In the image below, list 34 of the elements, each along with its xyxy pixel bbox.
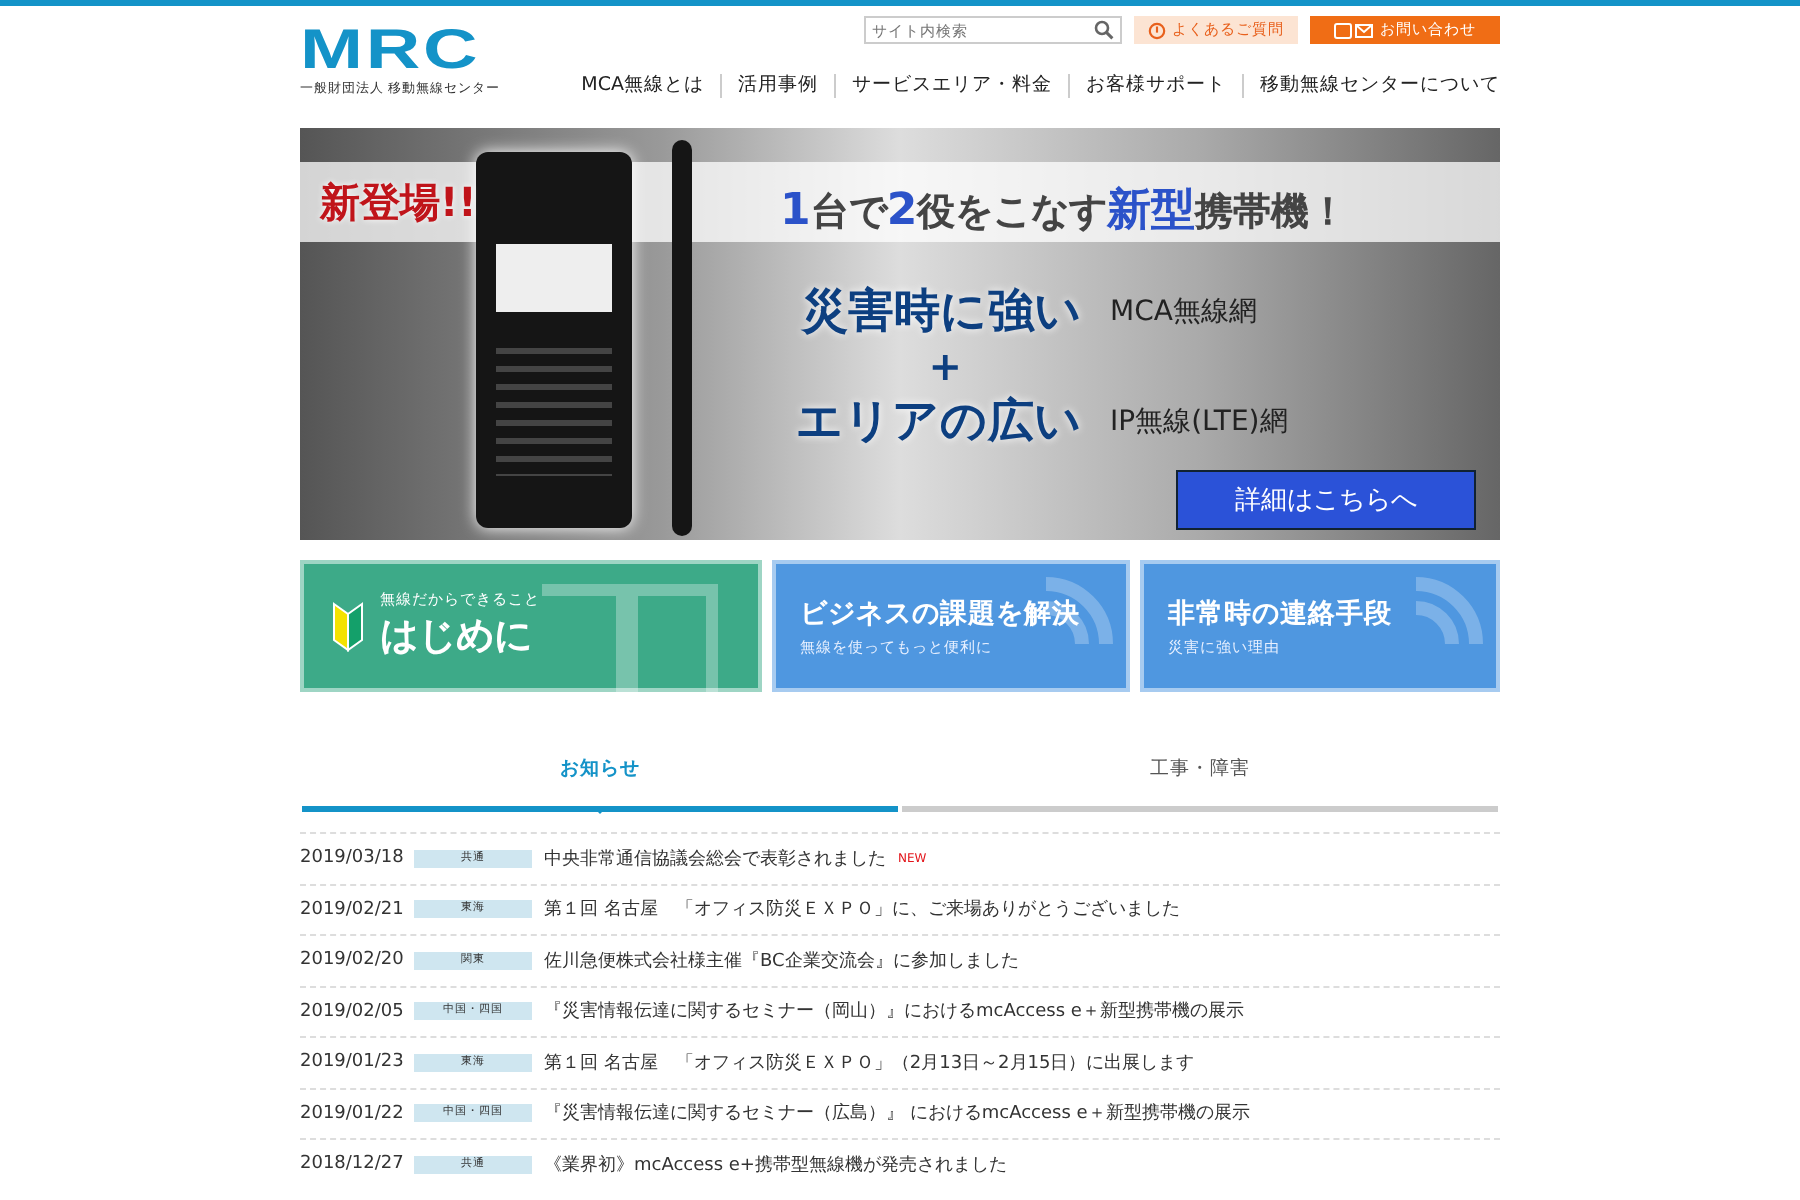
- plus-sign: +: [926, 346, 964, 386]
- phone-mail-icon: [1334, 21, 1374, 39]
- banner-headline: 1台で2役をこなす新型携帯機！: [780, 184, 1348, 240]
- banner-tagline: 新登場!!: [320, 176, 477, 230]
- news-date: 2018/12/27: [300, 1154, 406, 1175]
- news-date: 2019/01/22: [300, 1103, 406, 1124]
- nav-link[interactable]: サービスエリア・料金: [836, 72, 1068, 98]
- card-title: はじめに: [380, 612, 534, 662]
- nav-link[interactable]: 活用事例: [722, 72, 834, 98]
- nav-link[interactable]: MCA無線とは: [565, 72, 720, 98]
- beginner-mark-icon: [332, 600, 364, 652]
- search-icon[interactable]: [1094, 20, 1114, 40]
- news-link[interactable]: 『災害情報伝達に関するセミナー（広島）』 におけるmcAccess e＋新型携帯機の展示: [544, 1100, 1250, 1127]
- news-date: 2019/02/20: [300, 950, 406, 971]
- nav-link[interactable]: 移動無線センターについて: [1244, 72, 1500, 98]
- news-date: 2019/02/21: [300, 899, 406, 920]
- card-title: ビジネスの課題を解決: [800, 595, 1080, 631]
- news-date: 2019/03/18: [300, 848, 406, 869]
- card-title: 非常時の連絡手段: [1168, 595, 1392, 631]
- news-link[interactable]: 中央非常通信協議会総会で表彰されました: [544, 845, 886, 872]
- news-date: 2019/02/05: [300, 1001, 406, 1022]
- banner-network: IP無線(LTE)網: [1110, 403, 1288, 439]
- news-tab[interactable]: 工事・障害: [902, 748, 1498, 812]
- news-link[interactable]: 『災害情報伝達に関するセミナー（岡山）』におけるmcAccess e＋新型携帯機の展示: [544, 998, 1244, 1025]
- news-link[interactable]: 《業界初》mcAccess e+携帯型無線機が発売されました: [544, 1151, 1007, 1178]
- banner-feature: エリアの広い: [796, 394, 1082, 452]
- news-link[interactable]: 第１回 名古屋 「オフィス防災ＥＸＰＯ」に、ご来場ありがとうございました: [544, 896, 1180, 923]
- nav-link[interactable]: お客様サポート: [1070, 72, 1242, 98]
- details-button[interactable]: 詳細はこちらへ: [1176, 470, 1476, 530]
- banner-network: MCA無線網: [1110, 293, 1259, 329]
- news-link[interactable]: 第１回 名古屋 「オフィス防災ＥＸＰＯ」（2月13日～2月15日）に出展します: [544, 1049, 1195, 1076]
- banner-feature: 災害時に強い: [799, 284, 1082, 342]
- news-link[interactable]: 佐川急便株式会社様主催『BC企業交流会』に参加しました: [544, 947, 1019, 974]
- news-date: 2019/01/23: [300, 1052, 406, 1073]
